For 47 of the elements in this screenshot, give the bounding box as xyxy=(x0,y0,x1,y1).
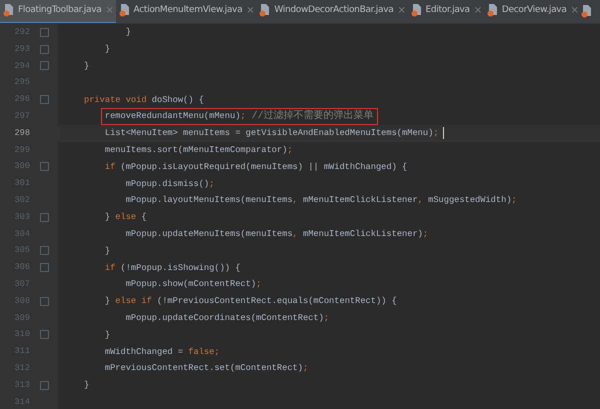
file-tab[interactable]: ActionMenuItemView.java × xyxy=(116,0,256,23)
fold-marker-icon[interactable] xyxy=(40,162,49,172)
file-tab[interactable]: FloatingToolbar.java × xyxy=(0,0,116,23)
fold-marker-icon[interactable] xyxy=(40,44,49,54)
fold-marker-icon[interactable] xyxy=(40,330,49,340)
java-file-icon xyxy=(259,4,270,17)
fold-marker-icon[interactable] xyxy=(40,212,49,222)
line-number: 298 xyxy=(14,126,30,140)
file-tab[interactable]: DecorView.java × xyxy=(484,0,581,23)
close-icon[interactable]: × xyxy=(570,3,579,18)
fold-marker-icon[interactable] xyxy=(40,263,49,272)
fold-marker-icon[interactable] xyxy=(40,380,49,390)
file-tab[interactable]: Editor.java × xyxy=(408,0,484,23)
fold-marker-icon[interactable] xyxy=(40,296,49,306)
java-file-icon xyxy=(486,4,498,17)
file-tab[interactable]: WindowDecorActionBar.java × xyxy=(256,0,408,23)
fold-marker-icon[interactable] xyxy=(40,28,49,37)
code-line: } xyxy=(124,26,132,40)
code-line: menuItems.sort(mMenuItemComparator); xyxy=(104,144,294,157)
fold-marker-icon[interactable] xyxy=(40,61,49,70)
code-line: } xyxy=(104,244,112,258)
fold-marker-icon[interactable] xyxy=(40,246,49,256)
code-line: mPopup.updateCoordinates(mContentRect); xyxy=(124,312,330,325)
java-file-icon xyxy=(118,4,130,17)
code-line: mPopup.show(mContentRect); xyxy=(124,278,262,292)
java-file-icon xyxy=(580,5,592,18)
fold-marker-icon[interactable] xyxy=(40,95,49,104)
code-line: List<MenuItem> menuItems = getVisibleAndEnabledMenuItems(mMenu); xyxy=(104,127,440,140)
code-line: } xyxy=(83,60,90,73)
code-line: } else { xyxy=(104,211,148,224)
code-line: mPopup.layoutMenuItems(menuItems, mMenuItemClickListener, mSuggestedWidth); xyxy=(124,194,518,208)
java-file-icon xyxy=(3,4,14,17)
code-line: } xyxy=(104,328,112,342)
code-line: mPreviousContentRect.set(mContentRect); xyxy=(104,362,310,376)
close-icon[interactable]: × xyxy=(474,3,482,18)
code-line: } xyxy=(83,379,90,392)
code-line: mPopup.updateMenuItems(menuItems, mMenuItemClickListener); xyxy=(124,228,430,241)
close-icon[interactable]: × xyxy=(397,3,406,18)
code-line: } xyxy=(104,43,112,56)
code-line: if (mPopup.isLayoutRequired(menuItems) || mWidthChanged) { xyxy=(104,160,408,174)
code-line: mPopup.dismiss(); xyxy=(124,178,216,191)
close-icon[interactable]: × xyxy=(246,3,254,18)
code-line: if (!mPopup.isShowing()) { xyxy=(104,262,242,275)
code-line: mWidthChanged = false; xyxy=(104,346,221,359)
code-line: private void doShow() { xyxy=(83,94,205,107)
code-line: } else if (!mPreviousContentRect.equals(mContentRect)) { xyxy=(104,295,398,308)
java-file-icon xyxy=(410,4,422,17)
